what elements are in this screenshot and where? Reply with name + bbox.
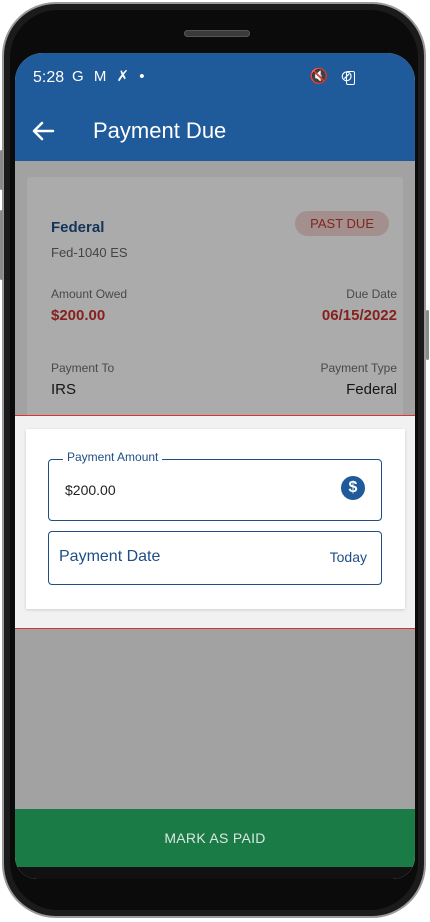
payment-date-field[interactable]: Payment Date Today (48, 531, 382, 585)
navigation-strip (15, 867, 415, 879)
notification-icons: G M ✗ • (72, 68, 148, 85)
dollar-icon: $ (341, 476, 365, 500)
status-time: 5:28 (33, 69, 65, 86)
power-button (426, 310, 429, 360)
app-bar: Payment Due (15, 105, 415, 161)
payment-amount-value[interactable]: $200.00 (65, 482, 116, 498)
volume-button (0, 150, 3, 190)
payment-date-value[interactable]: Today (330, 549, 367, 565)
page-title: Payment Due (93, 118, 227, 143)
volume-button-2 (0, 210, 3, 280)
payment-amount-field[interactable]: Payment Amount $200.00 $ (48, 450, 382, 521)
payment-form-panel: Payment Amount $200.00 $ Payment Date To… (15, 415, 415, 629)
payment-amount-label: Payment Amount (63, 450, 163, 464)
mark-as-paid-button[interactable]: MARK AS PAID (15, 809, 415, 867)
payment-date-label: Payment Date (59, 548, 161, 565)
back-arrow-icon[interactable] (29, 117, 57, 145)
screen: 5:28 G M ✗ • 🔇 ⊘ Payment Due Federal Fed… (15, 53, 415, 879)
mark-as-paid-bar[interactable]: MARK AS PAID (15, 809, 415, 867)
speaker-grille (184, 30, 250, 37)
payment-form-card: Payment Amount $200.00 $ Payment Date To… (26, 429, 405, 609)
status-bar: 5:28 G M ✗ • 🔇 ⊘ (15, 53, 415, 105)
battery-icon (346, 71, 355, 85)
